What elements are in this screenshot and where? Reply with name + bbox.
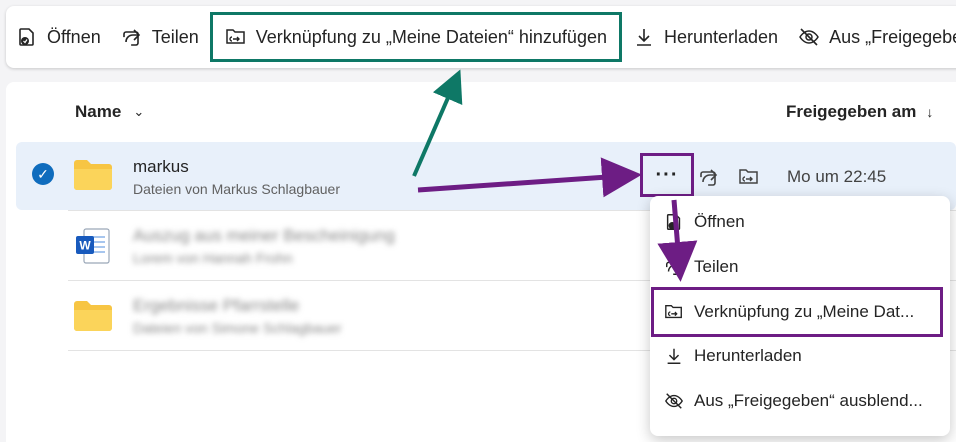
open-label: Öffnen: [47, 26, 101, 47]
menu-item-open[interactable]: Öffnen: [664, 204, 940, 240]
menu-item-label: Verknüpfung zu „Meine Dat...: [694, 302, 915, 321]
command-bar: Öffnen Teilen Verknüpfung zu „Meine Date…: [6, 6, 956, 68]
add-shortcut-button[interactable]: Verknüpfung zu „Meine Dateien“ hinzufüge…: [209, 12, 622, 62]
shared-date: Mo um 22:45: [787, 167, 887, 186]
share-icon[interactable]: [698, 166, 720, 188]
checkmark-icon[interactable]: ✓: [32, 163, 54, 185]
column-header-name-label: Name: [75, 102, 122, 121]
svg-text:W: W: [79, 239, 91, 253]
download-icon: [636, 29, 651, 46]
add-shortcut-icon[interactable]: [738, 166, 760, 188]
hide-icon: [799, 28, 819, 46]
add-shortcut-label: Verknüpfung zu „Meine Dateien“ hinzufüge…: [255, 26, 607, 47]
open-icon: [666, 214, 681, 230]
column-header-name[interactable]: Name ⌄: [75, 102, 144, 122]
row-subtitle: Dateien von Markus Schlagbauer: [133, 181, 341, 197]
column-header-shared-date[interactable]: Freigegeben am ↓: [786, 102, 933, 122]
download-button[interactable]: Herunterladen: [623, 17, 788, 57]
add-shortcut-icon: [226, 29, 245, 44]
share-icon: [666, 260, 682, 275]
hide-label: Aus „Freigegebe: [829, 26, 956, 47]
download-label: Herunterladen: [663, 26, 779, 47]
menu-item-label: Herunterladen: [694, 346, 802, 365]
folder-icon: [74, 301, 112, 331]
open-button[interactable]: Öffnen: [6, 17, 111, 57]
menu-item-label: Aus „Freigegeben“ ausblend...: [694, 391, 923, 410]
row-title[interactable]: markus: [133, 157, 189, 177]
row-subtitle: Dateien von Simone Schlagbauer: [133, 320, 342, 336]
folder-icon: [74, 160, 112, 190]
menu-item-download[interactable]: Herunterladen: [664, 338, 940, 374]
share-icon: [122, 29, 140, 46]
menu-item-label: Öffnen: [694, 212, 745, 231]
word-doc-icon: W: [76, 228, 110, 264]
hide-button[interactable]: Aus „Freigegebe: [788, 17, 956, 57]
menu-item-add-shortcut[interactable]: Verknüpfung zu „Meine Dat...: [651, 287, 943, 337]
row-title[interactable]: Ergebnisse Pfarrstelle: [133, 296, 299, 316]
menu-item-hide[interactable]: Aus „Freigegeben“ ausblend...: [664, 383, 940, 419]
share-label: Teilen: [151, 26, 199, 47]
add-shortcut-icon: [665, 304, 682, 319]
share-button[interactable]: Teilen: [111, 17, 209, 57]
open-icon: [19, 28, 34, 46]
row-title[interactable]: Auszug aus meiner Bescheinigung: [133, 226, 395, 246]
sort-down-icon: ↓: [926, 104, 934, 120]
context-menu: Öffnen Teilen Verknüpfung zu „Meine Dat.…: [650, 196, 950, 436]
menu-item-label: Teilen: [694, 257, 739, 276]
hide-icon: [665, 393, 683, 409]
more-options-button[interactable]: ···: [640, 153, 694, 197]
download-icon: [667, 348, 681, 364]
column-header-date-label: Freigegeben am: [786, 102, 917, 121]
menu-item-share[interactable]: Teilen: [664, 249, 940, 285]
row-subtitle: Lorem von Hannah Frohn: [133, 250, 293, 266]
chevron-down-icon: ⌄: [133, 104, 145, 119]
